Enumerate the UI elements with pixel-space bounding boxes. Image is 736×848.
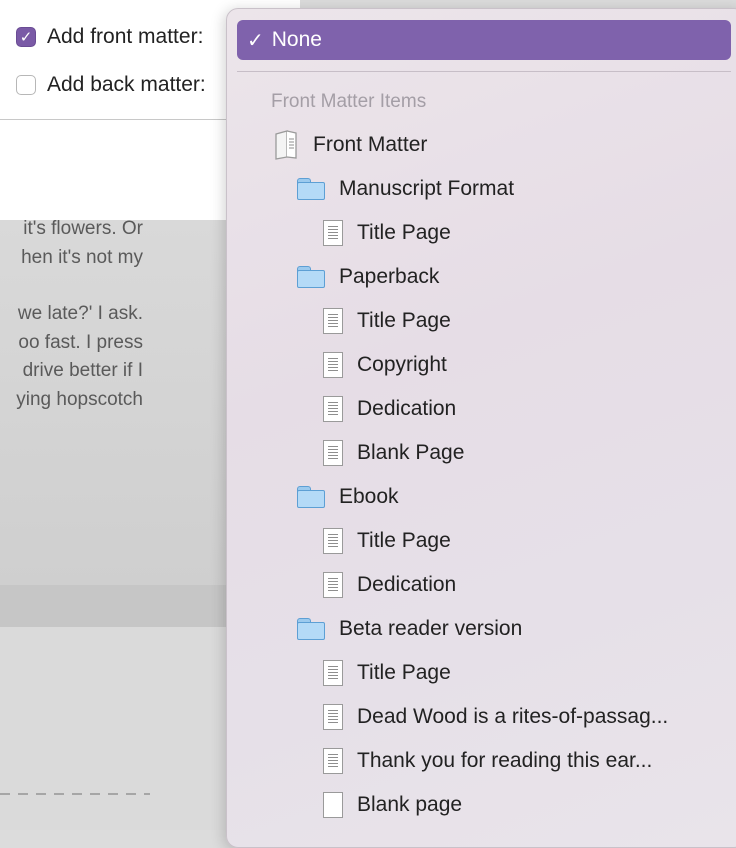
menu-item-label: Title Page [357,529,451,552]
document-icon [323,660,343,686]
menu-item-label: Title Page [357,661,451,684]
menu-item-label: Dedication [357,397,457,420]
menu-item-document[interactable]: Copyright [323,350,447,380]
menu-item-document[interactable]: Title Page [323,526,451,556]
menu-item-label: Beta reader version [339,617,523,640]
document-icon [323,704,343,730]
add-back-matter-option[interactable]: Add back matter: [16,73,206,97]
document-icon [323,440,343,466]
document-icon [323,396,343,422]
doc-line: we late?' I ask. [17,303,143,324]
add-front-matter-label: Add front matter: [47,25,204,48]
folder-icon [297,178,325,200]
document-icon [323,572,343,598]
menu-item-document[interactable]: Blank page [323,790,462,820]
menu-item-label: Title Page [357,309,451,332]
doc-line-gap [0,272,143,300]
front-matter-icon [275,130,297,160]
menu-item-document[interactable]: Title Page [323,658,451,688]
menu-item-folder[interactable]: Ebook [297,482,399,512]
menu-item-document[interactable]: Dedication [323,570,456,600]
menu-item-label: Dead Wood is a rites-of-passag... [357,705,669,728]
document-icon [323,748,343,774]
menu-item-document[interactable]: Blank Page [323,438,464,468]
document-icon [323,308,343,334]
menu-item-front-matter[interactable]: Front Matter [273,130,427,160]
document-icon [323,528,343,554]
menu-item-label: Blank Page [357,441,465,464]
folder-icon [297,486,325,508]
document-icon [323,352,343,378]
menu-item-folder[interactable]: Paperback [297,262,439,292]
add-front-matter-checkbox[interactable]: ✓ [16,27,36,47]
menu-item-label: Title Page [357,221,451,244]
add-front-matter-option[interactable]: ✓ Add front matter: [16,25,203,49]
menu-item-label: Front Matter [313,133,428,156]
menu-item-document[interactable]: Title Page [323,306,451,336]
blank-document-icon [323,792,343,818]
menu-item-none[interactable]: ✓ None [237,20,731,60]
doc-line: hen it's not my [21,246,143,268]
menu-section-heading: Front Matter Items [271,91,427,112]
menu-item-document[interactable]: Dead Wood is a rites-of-passag... [323,702,668,732]
doc-line: ying hopscotch [16,388,143,410]
doc-line: oo fast. I press [18,331,143,353]
menu-item-folder[interactable]: Beta reader version [297,614,522,644]
document-text: it's flowers. Or hen it's not my we late… [0,215,143,414]
menu-item-label: Blank page [357,793,463,816]
menu-item-label: Dedication [357,573,457,596]
menu-item-document[interactable]: Title Page [323,218,451,248]
add-back-matter-label: Add back matter: [47,73,206,96]
doc-line: drive better if I [22,360,143,381]
menu-item-folder[interactable]: Manuscript Format [297,174,514,204]
front-matter-popup-menu: ✓ None Front Matter Items Front Matter M… [226,8,736,848]
add-back-matter-checkbox[interactable] [16,75,36,95]
menu-item-label: Ebook [339,485,399,508]
menu-item-label: Paperback [339,265,440,288]
folder-icon [297,266,325,288]
menu-item-none-label: None [271,28,322,51]
menu-separator [237,71,731,72]
page-break-dashes [0,793,150,795]
document-icon [323,220,343,246]
checkmark-icon: ✓ [247,29,264,52]
menu-item-document[interactable]: Dedication [323,394,456,424]
folder-icon [297,618,325,640]
menu-item-label: Thank you for reading this ear... [357,749,653,772]
doc-line: it's flowers. Or [23,218,143,239]
menu-item-label: Copyright [357,353,447,376]
menu-item-label: Manuscript Format [339,177,515,200]
menu-item-document[interactable]: Thank you for reading this ear... [323,746,652,776]
